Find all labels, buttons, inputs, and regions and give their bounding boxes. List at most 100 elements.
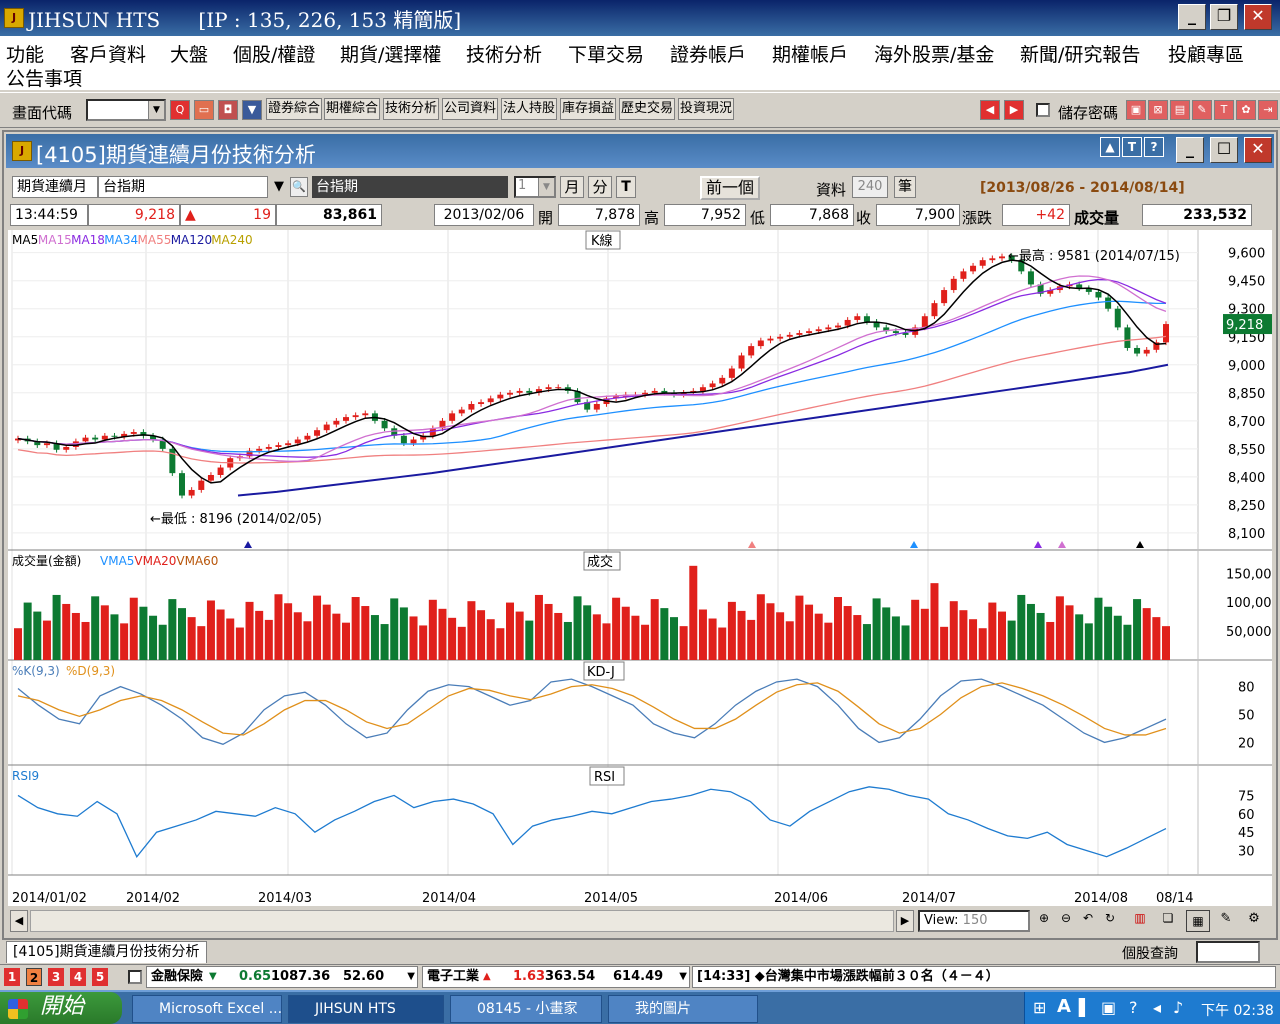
exit-icon[interactable]: ⇥	[1258, 100, 1278, 120]
search-icon[interactable]: 🔍	[290, 177, 308, 197]
screen-code-combo[interactable]: ▼	[86, 99, 166, 121]
chevron-down-icon[interactable]: ▼	[407, 967, 415, 987]
user-icon[interactable]: ◘	[218, 100, 238, 120]
page-2-button[interactable]: 2	[26, 968, 42, 986]
period-minute-button[interactable]: 分	[588, 176, 612, 198]
symbol-type-field[interactable]: 期貨連續月	[12, 176, 98, 198]
menu-news[interactable]: 新聞/研究報告	[1020, 40, 1140, 67]
ime-icon[interactable]: A	[1057, 996, 1071, 1017]
tab-history[interactable]: 歷史交易	[619, 98, 676, 120]
lock-icon[interactable]: ▣	[1126, 100, 1146, 120]
page-1-button[interactable]: 1	[4, 968, 20, 986]
scroll-right-icon[interactable]: ▶	[896, 910, 914, 932]
menu-client[interactable]: 客戶資料	[70, 40, 146, 67]
ticker-item-electronics[interactable]: 電子工業 ▲ 1.63 363.54 614.49 ▼	[422, 966, 690, 988]
tool-icon[interactable]: ⊠	[1148, 100, 1168, 120]
volume-bar	[515, 611, 524, 660]
chevron-down-icon[interactable]: ▼	[538, 178, 554, 196]
symbol-name-field[interactable]: 台指期	[98, 176, 268, 198]
zoom-in-icon[interactable]: ⊕	[1034, 911, 1054, 931]
tab-securities-summary[interactable]: 證券綜合	[266, 98, 323, 120]
tab-investment[interactable]: 投資現況	[678, 98, 735, 120]
menu-technical[interactable]: 技術分析	[466, 40, 542, 67]
ticker-checkbox[interactable]	[128, 970, 142, 984]
folder-icon[interactable]: ▭	[194, 100, 214, 120]
undo-icon[interactable]: ↶	[1078, 911, 1098, 931]
maximize-button[interactable]: ❐	[1210, 4, 1238, 30]
menu-advisor[interactable]: 投顧專區	[1168, 40, 1244, 67]
menu-function[interactable]: 功能	[6, 40, 44, 67]
gear-icon[interactable]: ⚙	[1244, 911, 1264, 931]
triangle-up-icon[interactable]: ▲	[1100, 137, 1120, 157]
chevron-down-icon[interactable]: ▼	[679, 967, 687, 987]
search-icon[interactable]: Q	[170, 100, 190, 120]
volume-bar	[814, 613, 823, 660]
child-minimize-button[interactable]: _	[1176, 137, 1204, 163]
page-4-button[interactable]: 4	[70, 968, 86, 986]
chart-area[interactable]: 8,100 8,250 8,400 8,550 8,700 8,850 9,000 9,150…	[8, 230, 1280, 906]
window-icon[interactable]: ❏	[1158, 911, 1178, 931]
keyboard-icon[interactable]: ▣	[1101, 998, 1116, 1017]
bar-chart-icon[interactable]: ▥	[1130, 911, 1150, 931]
tab-inventory-pl[interactable]: 庫存損益	[560, 98, 617, 120]
edit-icon[interactable]: ✎	[1192, 100, 1212, 120]
chart-scrollbar[interactable]	[30, 910, 894, 932]
menu-stock[interactable]: 個股/權證	[233, 40, 315, 67]
menu-order[interactable]: 下單交易	[568, 40, 644, 67]
period-value-combo[interactable]: 1 ▼	[514, 176, 556, 198]
ime-mode-icon[interactable]: ▌	[1079, 998, 1091, 1017]
chevron-down-icon[interactable]: ▼	[148, 101, 164, 119]
menu-announcement[interactable]: 公告事項	[6, 64, 82, 91]
news-ticker[interactable]: [14:33] ◆台灣集中市場漲跌幅前３０名（４－４）	[692, 966, 1276, 988]
child-maximize-button[interactable]: ☐	[1210, 137, 1238, 163]
task-paint[interactable]: 08145 - 小畫家	[450, 995, 602, 1023]
menu-overseas[interactable]: 海外股票/基金	[874, 40, 994, 67]
view-count-field[interactable]: View: 150	[918, 910, 1030, 932]
close-button[interactable]: ✕	[1244, 4, 1272, 30]
zoom-out-icon[interactable]: ⊖	[1056, 911, 1076, 931]
tab-institutional[interactable]: 法人持股	[501, 98, 558, 120]
pencil-icon[interactable]: ✎	[1216, 911, 1236, 931]
help-icon[interactable]: ?	[1144, 137, 1164, 157]
refresh-icon[interactable]: ↻	[1100, 911, 1120, 931]
text-t-icon[interactable]: T	[1122, 137, 1142, 157]
period-tick-button[interactable]: T	[616, 176, 636, 198]
child-close-button[interactable]: ✕	[1244, 137, 1272, 163]
period-month-button[interactable]: 月	[560, 176, 584, 198]
page-5-button[interactable]: 5	[92, 968, 108, 986]
task-my-pictures[interactable]: 我的圖片	[608, 995, 758, 1023]
menu-futures[interactable]: 期貨/選擇權	[340, 40, 441, 67]
ticker-item-finance[interactable]: 金融保險 ▼ 0.65 1087.36 52.60 ▼	[146, 966, 418, 988]
settings-icon[interactable]: ✿	[1236, 100, 1256, 120]
menu-futures-account[interactable]: 期權帳戶	[772, 40, 848, 67]
arrow-right-icon[interactable]: ▶	[1004, 100, 1024, 120]
text-icon[interactable]: T	[1214, 100, 1234, 120]
scroll-left-icon[interactable]: ◀	[10, 910, 28, 932]
previous-button[interactable]: 前一個	[700, 176, 760, 200]
network-icon[interactable]: ⊞	[1033, 998, 1046, 1017]
volume-icon[interactable]: ♪	[1173, 998, 1183, 1017]
data-count-field[interactable]: 240	[852, 176, 888, 198]
chevron-down-icon[interactable]: ▼	[270, 176, 288, 198]
tab-options-summary[interactable]: 期權綜合	[324, 98, 381, 120]
task-jihsun[interactable]: JIHSUN HTS	[288, 995, 444, 1023]
quote-low: 7,868	[770, 204, 854, 226]
tab-company[interactable]: 公司資料	[442, 98, 499, 120]
print-icon[interactable]: ▤	[1170, 100, 1190, 120]
menu-market[interactable]: 大盤	[170, 40, 208, 67]
arrow-left-icon[interactable]: ◀	[980, 100, 1000, 120]
help-icon[interactable]: ?	[1129, 998, 1138, 1017]
data-count-unit-button[interactable]: 筆	[894, 176, 916, 198]
task-excel[interactable]: Microsoft Excel ...	[132, 995, 282, 1023]
minimize-button[interactable]: _	[1178, 4, 1206, 30]
stock-query-input[interactable]	[1196, 941, 1260, 963]
menu-securities-account[interactable]: 證券帳戶	[670, 40, 746, 67]
technical-chart-svg[interactable]: 8,1008,2508,4008,5508,7008,8509,0009,150…	[8, 230, 1280, 906]
arrow-icon[interactable]: ◂	[1153, 998, 1161, 1017]
tab-technical[interactable]: 技術分析	[383, 98, 440, 120]
window-tab-4105[interactable]: [4105]期貨連續月份技術分析	[6, 941, 207, 963]
layout-icon[interactable]: ▦	[1186, 910, 1210, 932]
page-3-button[interactable]: 3	[48, 968, 64, 986]
save-password-checkbox[interactable]	[1036, 103, 1050, 117]
dropdown-icon[interactable]: ▼	[242, 100, 262, 120]
